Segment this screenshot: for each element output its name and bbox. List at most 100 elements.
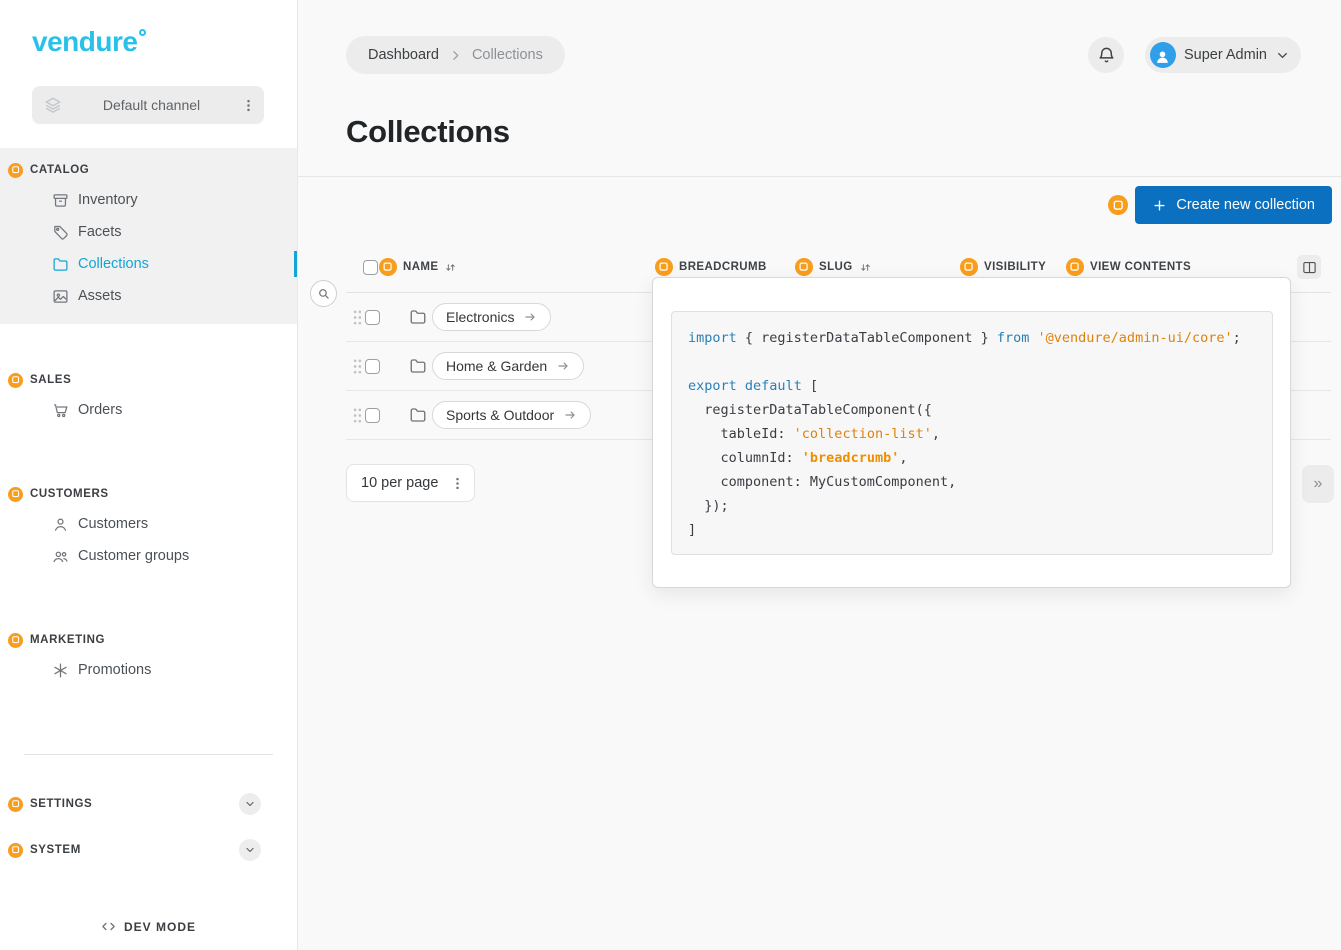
sidebar-nav: CATALOG Inventory Facets Collections Ass…: [0, 148, 297, 865]
chevron-down-icon[interactable]: [239, 839, 261, 861]
sidebar-item-label: Facets: [78, 224, 122, 240]
sidebar-item-customers[interactable]: Customers: [0, 508, 297, 540]
nav-section-sales: SALES Orders: [0, 358, 297, 438]
tag-icon: [52, 224, 69, 241]
create-button-label: Create new collection: [1176, 197, 1315, 213]
sidebar-item-customer-groups[interactable]: Customer groups: [0, 540, 297, 572]
column-header-name: NAME: [379, 258, 457, 276]
sidebar-item-label: Orders: [78, 402, 122, 418]
collection-name: Electronics: [446, 309, 514, 325]
sidebar-item-system[interactable]: SYSTEM: [0, 835, 297, 865]
search-icon: [317, 287, 330, 300]
row-checkbox[interactable]: [365, 408, 380, 423]
sidebar-item-label: Assets: [78, 288, 122, 304]
collection-link[interactable]: Electronics: [432, 303, 551, 331]
sidebar-item-inventory[interactable]: Inventory: [0, 184, 297, 216]
drag-handle[interactable]: [352, 407, 362, 424]
drag-handle[interactable]: [352, 309, 362, 326]
page-title: Collections: [346, 114, 510, 150]
arrow-right-icon: [523, 310, 537, 324]
section-title-system: SYSTEM: [30, 844, 81, 856]
sort-icon[interactable]: [859, 261, 872, 274]
dev-badge-create-button-icon[interactable]: [1108, 195, 1128, 215]
logo-mark-icon: [139, 29, 146, 36]
dev-badge-column-breadcrumb-icon[interactable]: [655, 258, 673, 276]
dev-badge-customers-icon[interactable]: [8, 487, 23, 502]
section-title-customers: CUSTOMERS: [30, 488, 109, 500]
column-label-visibility: VISIBILITY: [984, 261, 1046, 273]
kebab-icon: [450, 476, 465, 491]
search-button[interactable]: [310, 280, 337, 307]
column-settings-button[interactable]: [1297, 255, 1321, 279]
columns-icon: [1302, 260, 1317, 275]
row-checkbox[interactable]: [365, 359, 380, 374]
folder-icon: [409, 308, 427, 326]
section-title-marketing: MARKETING: [30, 634, 105, 646]
section-header-customers: CUSTOMERS: [0, 480, 297, 508]
dev-badge-sales-icon[interactable]: [8, 373, 23, 388]
breadcrumb: Dashboard Collections: [346, 36, 565, 74]
chevron-down-icon: [1275, 48, 1290, 63]
dev-badge-marketing-icon[interactable]: [8, 633, 23, 648]
inventory-icon: [52, 192, 69, 209]
vendure-admin-app: vendure Default channel CATALOG Inventor…: [0, 0, 1341, 950]
chevron-down-icon[interactable]: [239, 793, 261, 815]
asterisk-icon: [52, 662, 69, 679]
sort-icon[interactable]: [444, 261, 457, 274]
collection-link[interactable]: Home & Garden: [432, 352, 584, 380]
user-name: Super Admin: [1184, 47, 1267, 63]
layers-icon: [44, 96, 62, 114]
sidebar-item-promotions[interactable]: Promotions: [0, 654, 297, 686]
user-icon: [52, 516, 69, 533]
create-new-collection-button[interactable]: Create new collection: [1135, 186, 1332, 224]
sidebar-item-label: Promotions: [78, 662, 151, 678]
drag-handle[interactable]: [352, 358, 362, 375]
chevron-right-icon: [449, 49, 462, 62]
per-page-label: 10 per page: [361, 475, 438, 491]
folder-icon: [409, 357, 427, 375]
channel-label: Default channel: [70, 97, 233, 113]
sidebar-item-assets[interactable]: Assets: [0, 280, 297, 312]
nav-section-marketing: MARKETING Promotions: [0, 618, 297, 698]
per-page-select[interactable]: 10 per page: [346, 464, 475, 502]
dev-badge-column-name-icon[interactable]: [379, 258, 397, 276]
dev-badge-column-visibility-icon[interactable]: [960, 258, 978, 276]
sidebar-item-label: Customer groups: [78, 548, 189, 564]
sidebar-item-orders[interactable]: Orders: [0, 394, 297, 426]
collection-link[interactable]: Sports & Outdoor: [432, 401, 591, 429]
nav-section-catalog: CATALOG Inventory Facets Collections Ass…: [0, 148, 297, 324]
plus-icon: [1152, 198, 1167, 213]
breadcrumb-current: Collections: [472, 47, 543, 63]
dev-badge-column-slug-icon[interactable]: [795, 258, 813, 276]
dev-badge-system-icon[interactable]: [8, 843, 23, 858]
dev-badge-column-view-contents-icon[interactable]: [1066, 258, 1084, 276]
sidebar-item-collections[interactable]: Collections: [0, 248, 297, 280]
channel-selector[interactable]: Default channel: [32, 86, 264, 124]
column-label-slug: SLUG: [819, 261, 853, 273]
sidebar-item-label: Inventory: [78, 192, 138, 208]
column-label-name: NAME: [403, 261, 438, 273]
select-all-checkbox[interactable]: [363, 260, 378, 275]
dev-badge-catalog-icon[interactable]: [8, 163, 23, 178]
code-icon: [101, 919, 116, 934]
dev-badge-settings-icon[interactable]: [8, 797, 23, 812]
sidebar-item-label: Customers: [78, 516, 148, 532]
row-checkbox[interactable]: [365, 310, 380, 325]
dev-mode-toggle[interactable]: DEV MODE: [0, 919, 297, 934]
pagination-next-button[interactable]: »: [1302, 465, 1334, 503]
kebab-icon[interactable]: [241, 98, 256, 113]
sidebar-item-settings[interactable]: SETTINGS: [0, 789, 297, 819]
user-menu-button[interactable]: Super Admin: [1145, 37, 1301, 73]
sidebar-item-label: Collections: [78, 256, 149, 272]
section-title-catalog: CATALOG: [30, 164, 89, 176]
vendure-logo[interactable]: vendure: [32, 26, 146, 58]
cart-icon: [52, 402, 69, 419]
column-label-view-contents: VIEW CONTENTS: [1090, 261, 1191, 273]
bell-icon: [1097, 46, 1116, 65]
column-header-visibility: VISIBILITY: [960, 258, 1046, 276]
breadcrumb-dashboard[interactable]: Dashboard: [368, 47, 439, 63]
section-header-marketing: MARKETING: [0, 626, 297, 654]
sidebar-item-facets[interactable]: Facets: [0, 216, 297, 248]
collection-name: Sports & Outdoor: [446, 407, 554, 423]
notifications-button[interactable]: [1088, 37, 1124, 73]
